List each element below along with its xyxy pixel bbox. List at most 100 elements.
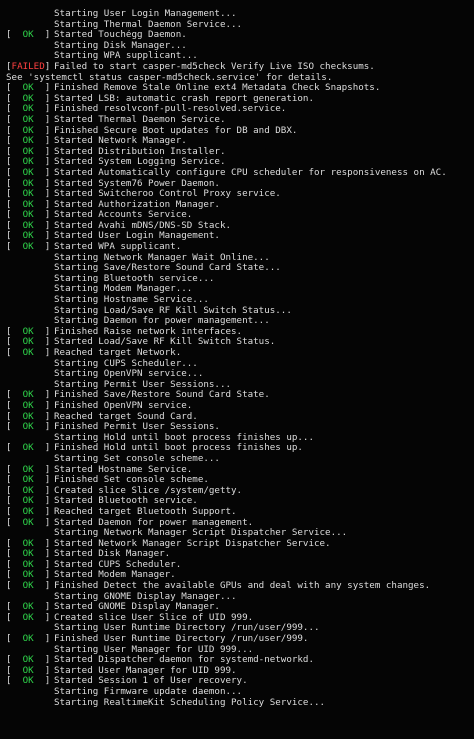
boot-log-message: Started System Logging Service. (54, 157, 226, 168)
boot-log-line: [ OK ] Started Hostname Service. (6, 465, 472, 476)
boot-log-message: Failed to start casper-md5check Verify L… (54, 61, 375, 72)
boot-log-line: [ OK ] Finished resolvconf-pull-resolved… (6, 104, 472, 115)
boot-log-message: Starting Permit User Sessions... (54, 379, 232, 390)
boot-log-line: [ OK ] Reached target Network. (6, 348, 472, 359)
boot-log-message: Finished Raise network interfaces. (54, 326, 243, 337)
boot-log-message: Starting Save/Restore Sound Card State..… (54, 263, 281, 274)
boot-log-line: Starting Hold until boot process finishe… (6, 433, 472, 444)
boot-log-message: Starting Thermal Daemon Service... (54, 19, 243, 30)
boot-log-message: Finished User Runtime Directory /run/use… (54, 634, 309, 645)
status-ok-badge: [ OK ] (6, 506, 56, 517)
boot-log-line: Starting Bluetooth service... (6, 274, 472, 285)
boot-log-line: [ OK ] Started Disk Manager. (6, 549, 472, 560)
status-ok-badge: [ OK ] (6, 581, 56, 592)
boot-console-screen: Starting User Login Management... Startin… (0, 0, 474, 739)
boot-log-message: Starting Hold until boot process finishe… (54, 432, 314, 443)
boot-log-line: Starting RealtimeKit Scheduling Policy S… (6, 698, 472, 709)
status-ok-badge: [ OK ] (6, 114, 56, 125)
boot-log-message: Starting GNOME Display Manager... (54, 591, 237, 602)
boot-log-message: Finished Set console scheme. (54, 475, 209, 486)
boot-log-message: Starting Network Manager Script Dispatch… (54, 528, 348, 539)
boot-log-line: Starting Hostname Service... (6, 295, 472, 306)
boot-log-message: Started GNOME Display Manager. (54, 602, 220, 613)
status-ok-badge: [ OK ] (6, 485, 56, 496)
boot-log-message: Finished Remove Stale Online ext4 Metada… (54, 83, 381, 94)
status-ok-badge: [ OK ] (6, 665, 56, 676)
boot-log-message: Starting OpenVPN service... (54, 369, 204, 380)
boot-log-line: Starting GNOME Display Manager... (6, 592, 472, 603)
status-ok-badge: [ OK ] (6, 157, 56, 168)
status-ok-badge: [ OK ] (6, 30, 56, 41)
status-ok-badge: [ OK ] (6, 167, 56, 178)
status-ok-badge: [ OK ] (6, 538, 56, 549)
boot-log-message: Started LSB: automatic crash report gene… (54, 93, 314, 104)
boot-log-message: Started Authorization Manager. (54, 199, 220, 210)
boot-log-message: Finished Save/Restore Sound Card State. (54, 390, 270, 401)
boot-log-message: Created slice Slice /system/getty. (54, 485, 243, 496)
boot-log-line: Starting OpenVPN service... (6, 369, 472, 380)
boot-log-message: Created slice User Slice of UID 999. (54, 612, 254, 623)
boot-log-line: [ OK ] Started User Manager for UID 999. (6, 666, 472, 677)
boot-log-line: [FAILED] Failed to start casper-md5check… (6, 62, 472, 73)
boot-log-line: Starting User Manager for UID 999... (6, 645, 472, 656)
boot-log-message: Started Touchégg Daemon. (54, 30, 187, 41)
boot-log-message: Started Accounts Service. (54, 210, 193, 221)
boot-log-line: Starting CUPS Scheduler... (6, 359, 472, 370)
boot-log-line: [ OK ] Started Avahi mDNS/DNS-SD Stack. (6, 221, 472, 232)
boot-log-message: Finished resolvconf-pull-resolved.servic… (54, 104, 287, 115)
status-ok-badge: [ OK ] (6, 559, 56, 570)
boot-log-line: [ OK ] Finished Detect the available GPU… (6, 581, 472, 592)
boot-log-message: See 'systemctl status casper-md5check.se… (6, 72, 333, 83)
status-ok-badge: [ OK ] (6, 199, 56, 210)
boot-log-line: Starting User Login Management... (6, 9, 472, 20)
status-ok-badge: [ OK ] (6, 422, 56, 433)
boot-log-message: Started Distribution Installer. (54, 146, 226, 157)
boot-log-message: Finished Detect the available GPUs and d… (54, 581, 431, 592)
boot-log-line: [ OK ] Started CUPS Scheduler. (6, 560, 472, 571)
boot-log-line: Starting Save/Restore Sound Card State..… (6, 263, 472, 274)
boot-log-line: [ OK ] Started Modem Manager. (6, 570, 472, 581)
boot-log-line: [ OK ] Started System76 Power Daemon. (6, 179, 472, 190)
boot-log-message: Reached target Network. (54, 348, 182, 358)
boot-log-message: Starting Hostname Service... (54, 295, 209, 306)
boot-log-line: Starting WPA supplicant... (6, 51, 472, 62)
boot-log-message: Started Automatically configure CPU sche… (54, 167, 447, 178)
boot-log-line: [ OK ] Started Authorization Manager. (6, 200, 472, 211)
status-failed-badge: [FAILED] (6, 61, 56, 72)
boot-log-message: Starting Disk Manager... (54, 40, 187, 51)
status-ok-badge: [ OK ] (6, 400, 56, 411)
boot-log-line: [ OK ] Finished Hold until boot process … (6, 443, 472, 454)
boot-log-message: Reached target Bluetooth Support. (54, 506, 237, 517)
boot-log-line: [ OK ] Created slice Slice /system/getty… (6, 486, 472, 497)
boot-log-line: Starting Network Manager Script Dispatch… (6, 528, 472, 539)
boot-log-message: Starting Network Manager Wait Online... (54, 252, 270, 263)
boot-log-line: [ OK ] Finished Set console scheme. (6, 475, 472, 486)
status-ok-badge: [ OK ] (6, 517, 56, 528)
status-ok-badge: [ OK ] (6, 210, 56, 221)
status-ok-badge: [ OK ] (6, 464, 56, 475)
status-ok-badge: [ OK ] (6, 655, 56, 666)
boot-log-message: Started Disk Manager. (54, 549, 171, 560)
boot-log-line: [ OK ] Finished User Runtime Directory /… (6, 634, 472, 645)
boot-log-line: [ OK ] Created slice User Slice of UID 9… (6, 613, 472, 624)
boot-log-message: Finished Secure Boot updates for DB and … (54, 125, 298, 136)
boot-log-line: [ OK ] Started System Logging Service. (6, 157, 472, 168)
status-ok-badge: [ OK ] (6, 326, 56, 337)
boot-log-line: [ OK ] Started Thermal Daemon Service. (6, 115, 472, 126)
status-ok-badge: [ OK ] (6, 612, 56, 623)
boot-log-message: Starting Set console scheme... (54, 453, 220, 464)
boot-log-message: Started Network Manager Script Dispatche… (54, 538, 331, 549)
boot-log-message: Started Daemon for power management. (54, 517, 254, 528)
boot-log-line: [ OK ] Started Automatically configure C… (6, 168, 472, 179)
status-ok-badge: [ OK ] (6, 549, 56, 560)
boot-log-message: Starting Daemon for power management... (54, 316, 270, 327)
boot-log-line: [ OK ] Finished Permit User Sessions. (6, 422, 472, 433)
boot-log-line: [ OK ] Finished Remove Stale Online ext4… (6, 83, 472, 94)
boot-log-line: [ OK ] Started Session 1 of User recover… (6, 676, 472, 687)
boot-log-message: Finished Permit User Sessions. (54, 422, 220, 433)
boot-log-message: Started Session 1 of User recovery. (54, 676, 248, 687)
boot-log-line: [ OK ] Finished Raise network interfaces… (6, 327, 472, 338)
boot-log-line: [ OK ] Started LSB: automatic crash repo… (6, 94, 472, 105)
boot-log-line: Starting Permit User Sessions... (6, 380, 472, 391)
boot-log-message: Starting WPA supplicant... (54, 51, 198, 62)
